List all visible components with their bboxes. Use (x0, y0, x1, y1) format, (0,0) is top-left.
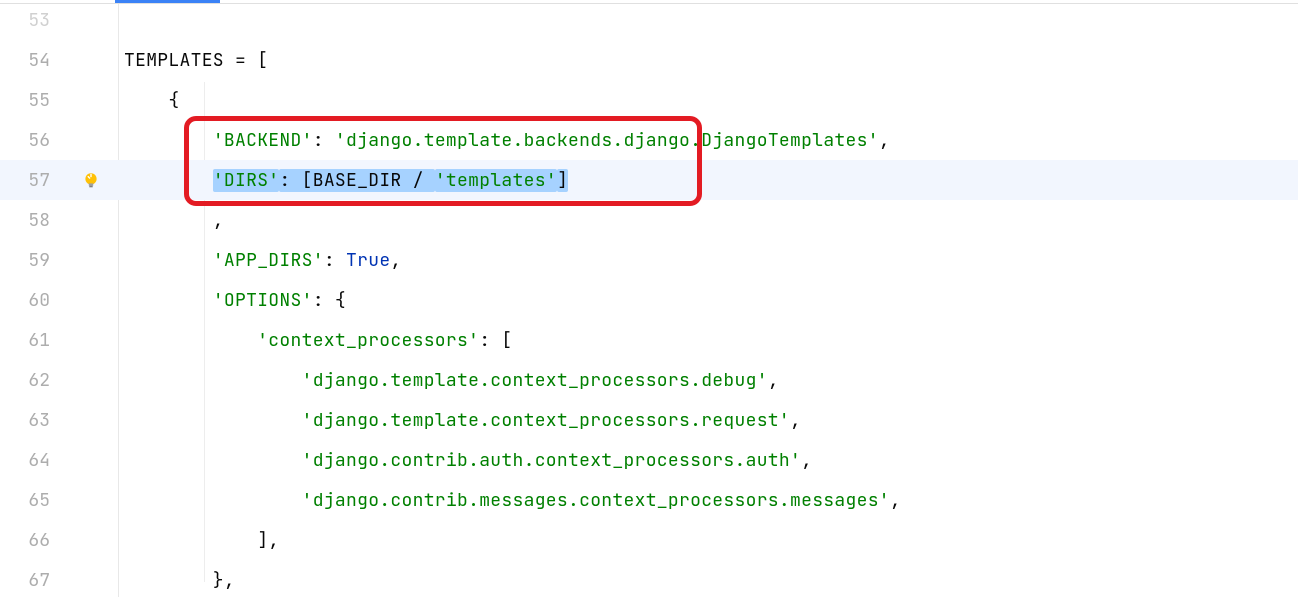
gutter (62, 171, 120, 189)
code-line[interactable]: 65 'django.contrib.messages.context_proc… (0, 480, 1298, 520)
code-content[interactable]: TEMPLATES = [ (120, 49, 268, 72)
code-token: ] (557, 169, 568, 192)
code-token: , (124, 209, 224, 232)
lightbulb-icon[interactable] (82, 171, 100, 189)
line-number[interactable]: 59 (0, 249, 62, 272)
code-line[interactable]: 56 'BACKEND': 'django.template.backends.… (0, 120, 1298, 160)
code-token: 'APP_DIRS' (213, 249, 324, 272)
code-token (124, 289, 213, 312)
code-line[interactable]: 60 'OPTIONS': { (0, 280, 1298, 320)
code-content[interactable]: ], (120, 529, 279, 552)
code-content[interactable]: 'context_processors': [ (120, 329, 513, 352)
code-token (124, 489, 302, 512)
code-token: 'DIRS' (213, 169, 280, 192)
code-token: 'django.template.context_processors.debu… (302, 369, 768, 392)
code-token: , (790, 409, 801, 432)
code-content[interactable]: 'django.template.context_processors.requ… (120, 409, 801, 432)
code-token: { (124, 89, 180, 112)
code-line[interactable]: 58 , (0, 200, 1298, 240)
code-content[interactable]: { (120, 89, 180, 112)
code-token: TEMPLATES = [ (124, 49, 268, 72)
line-number[interactable]: 53 (0, 9, 62, 32)
code-token: 'django.template.context_processors.requ… (302, 409, 790, 432)
code-token: ], (124, 529, 279, 552)
code-token (124, 409, 302, 432)
code-token: 'django.contrib.auth.context_processors.… (302, 449, 802, 472)
line-number[interactable]: 62 (0, 369, 62, 392)
code-token (124, 329, 257, 352)
code-content[interactable]: 'DIRS': [BASE_DIR / 'templates'] (120, 169, 568, 192)
code-line[interactable]: 57 'DIRS': [BASE_DIR / 'templates'] (0, 160, 1298, 200)
code-token: 'OPTIONS' (213, 289, 313, 312)
code-token: }, (124, 569, 235, 592)
line-number[interactable]: 58 (0, 209, 62, 232)
code-token: 'django.contrib.messages.context_process… (302, 489, 890, 512)
line-number[interactable]: 54 (0, 49, 62, 72)
line-number[interactable]: 56 (0, 129, 62, 152)
code-token: : [ (479, 329, 512, 352)
code-token (124, 129, 213, 152)
line-number[interactable]: 64 (0, 449, 62, 472)
code-line[interactable]: 67 }, (0, 560, 1298, 600)
code-token (124, 369, 302, 392)
line-number[interactable]: 61 (0, 329, 62, 352)
line-number[interactable]: 66 (0, 529, 62, 552)
code-line[interactable]: 66 ], (0, 520, 1298, 560)
code-content[interactable]: 'OPTIONS': { (120, 289, 346, 312)
code-token: True (346, 249, 390, 272)
code-line[interactable]: 59 'APP_DIRS': True, (0, 240, 1298, 280)
code-token: , (879, 129, 890, 152)
code-token: , (768, 369, 779, 392)
code-line[interactable]: 64 'django.contrib.auth.context_processo… (0, 440, 1298, 480)
line-number[interactable]: 57 (0, 169, 62, 192)
code-token: 'templates' (435, 169, 557, 192)
code-content[interactable]: 'BACKEND': 'django.template.backends.dja… (120, 129, 890, 152)
code-token: : { (313, 289, 346, 312)
code-token: , (890, 489, 901, 512)
code-token: : [BASE_DIR / (279, 169, 434, 192)
code-token (124, 169, 213, 192)
code-token: 'BACKEND' (213, 129, 313, 152)
code-line[interactable]: 55 { (0, 80, 1298, 120)
code-line[interactable]: 53 (0, 0, 1298, 40)
code-line[interactable]: 63 'django.template.context_processors.r… (0, 400, 1298, 440)
code-content[interactable]: 'django.template.context_processors.debu… (120, 369, 779, 392)
code-line[interactable]: 61 'context_processors': [ (0, 320, 1298, 360)
line-number[interactable]: 65 (0, 489, 62, 512)
code-token: 'django.template.backends.django.DjangoT… (335, 129, 879, 152)
code-editor[interactable]: 5354TEMPLATES = [55 {56 'BACKEND': 'djan… (0, 0, 1298, 597)
line-number[interactable]: 55 (0, 89, 62, 112)
line-number[interactable]: 63 (0, 409, 62, 432)
code-token: : (324, 249, 346, 272)
code-token: : (313, 129, 335, 152)
code-token (124, 449, 302, 472)
code-line[interactable]: 62 'django.template.context_processors.d… (0, 360, 1298, 400)
line-number[interactable]: 67 (0, 569, 62, 592)
code-content[interactable]: 'APP_DIRS': True, (120, 249, 402, 272)
code-content[interactable]: }, (120, 569, 235, 592)
code-token: , (801, 449, 812, 472)
code-token: 'context_processors' (257, 329, 479, 352)
code-token (124, 249, 213, 272)
line-number[interactable]: 60 (0, 289, 62, 312)
code-content[interactable]: , (120, 209, 224, 232)
code-content[interactable]: 'django.contrib.messages.context_process… (120, 489, 901, 512)
code-token: , (390, 249, 401, 272)
code-line[interactable]: 54 TEMPLATES = [ (0, 40, 1298, 80)
code-content[interactable]: 'django.contrib.auth.context_processors.… (120, 449, 812, 472)
